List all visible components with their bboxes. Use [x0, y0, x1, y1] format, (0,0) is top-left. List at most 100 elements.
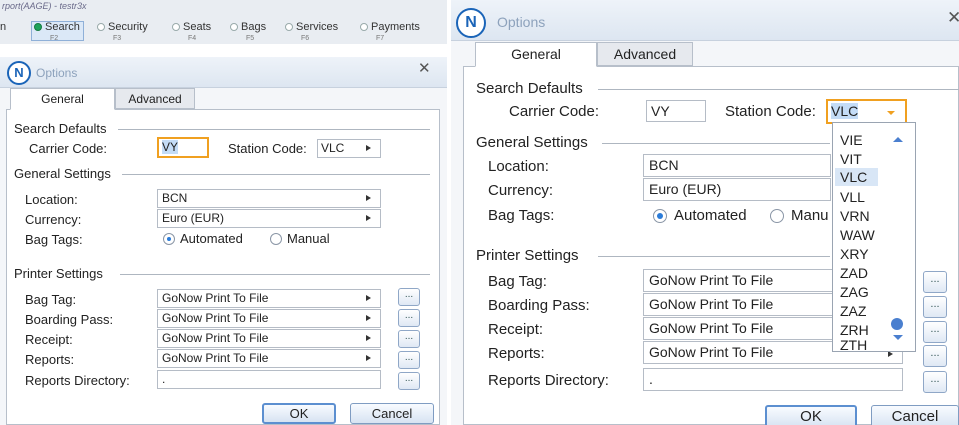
radio-icon — [285, 23, 293, 31]
nav-item-services[interactable]: Services F6 — [285, 21, 339, 42]
manual-label: Manu — [791, 207, 829, 224]
printer-value: GoNow Print To File — [162, 311, 269, 325]
radio-automated[interactable] — [653, 209, 667, 223]
reports-printer-label: Reports: — [488, 345, 545, 362]
station-option[interactable]: VRN — [840, 208, 870, 224]
group-divider — [118, 129, 430, 130]
reports-directory-label: Reports Directory: — [488, 372, 609, 389]
currency-select[interactable]: Euro (EUR) — [157, 209, 381, 228]
bag-tags-label: Bag Tags: — [488, 207, 555, 224]
tab-general[interactable]: General — [475, 42, 597, 67]
radio-manual[interactable] — [770, 209, 784, 223]
tab-advanced[interactable]: Advanced — [597, 42, 693, 66]
scroll-up-icon[interactable] — [893, 137, 903, 142]
carrier-code-input[interactable]: VY — [157, 137, 209, 158]
nav-key: F3 — [113, 35, 122, 42]
location-select[interactable]: BCN — [643, 154, 831, 177]
group-divider — [120, 274, 430, 275]
nav-label: Security — [108, 21, 148, 33]
bag-tags-label: Bag Tags: — [25, 232, 83, 247]
reports-printer-label: Reports: — [25, 352, 75, 367]
nav-key: F7 — [376, 35, 385, 42]
group-search-defaults: Search Defaults — [14, 121, 107, 136]
receipt-browse-button[interactable]: ... — [923, 321, 947, 343]
nav-item-payments[interactable]: Payments F7 — [360, 21, 420, 42]
dropdown-arrow-icon — [887, 111, 895, 115]
group-general-settings: General Settings — [14, 166, 111, 181]
station-option[interactable]: ZAZ — [840, 303, 866, 319]
receipt-browse-button[interactable]: ... — [398, 330, 420, 348]
currency-select[interactable]: Euro (EUR) — [643, 178, 831, 201]
station-option[interactable]: ZTH — [840, 337, 867, 353]
station-option[interactable]: ZAD — [840, 265, 868, 281]
reports-directory-input[interactable]: . — [643, 368, 903, 391]
cancel-button[interactable]: Cancel — [350, 403, 434, 424]
dialog-title: Options — [36, 66, 78, 80]
carrier-code-value: VY — [162, 140, 179, 154]
radio-icon — [172, 23, 180, 31]
group-printer-settings: Printer Settings — [476, 247, 579, 264]
boarding-pass-browse-button[interactable]: ... — [923, 296, 947, 318]
bag-tag-browse-button[interactable]: ... — [398, 288, 420, 306]
cancel-button[interactable]: Cancel — [871, 405, 959, 425]
nav-label: Bags — [241, 21, 267, 33]
receipt-printer-select[interactable]: GoNow Print To File — [157, 329, 381, 348]
reports-browse-button[interactable]: ... — [923, 345, 947, 367]
dropdown-arrow-icon — [366, 315, 371, 321]
boarding-pass-printer-label: Boarding Pass: — [25, 312, 114, 327]
radio-icon — [360, 23, 368, 31]
tab-advanced[interactable]: Advanced — [115, 88, 195, 109]
bag-tag-printer-label: Bag Tag: — [25, 292, 77, 307]
carrier-code-value: VY — [651, 103, 670, 119]
ok-button[interactable]: OK — [262, 403, 336, 424]
bag-tag-printer-select[interactable]: GoNow Print To File — [157, 289, 381, 308]
location-value: BCN — [162, 191, 188, 205]
reports-directory-browse-button[interactable]: ... — [398, 372, 420, 390]
currency-value: Euro (EUR) — [649, 181, 722, 197]
dropdown-arrow-icon — [366, 215, 371, 221]
nav-item-partial[interactable]: n — [0, 21, 6, 33]
close-icon[interactable]: ✕ — [418, 59, 431, 77]
nav-item-search[interactable]: Search F2 — [34, 21, 80, 42]
carrier-code-input[interactable]: VY — [646, 100, 706, 122]
printer-value: GoNow Print To File — [649, 344, 774, 360]
reports-directory-browse-button[interactable]: ... — [923, 371, 947, 393]
station-option[interactable]: ZAG — [840, 284, 869, 300]
boarding-pass-browse-button[interactable]: ... — [398, 309, 420, 327]
station-option[interactable]: VIE — [840, 132, 863, 148]
nav-label: Payments — [371, 21, 420, 33]
station-option[interactable]: WAW — [840, 227, 875, 243]
group-printer-settings: Printer Settings — [14, 266, 103, 281]
nav-label: n — [0, 21, 7, 33]
nav-label: Services — [296, 21, 339, 33]
station-option[interactable]: VLL — [840, 189, 865, 205]
station-option-selected[interactable]: VLC — [835, 168, 878, 186]
app-logo-icon: N — [456, 8, 486, 38]
boarding-pass-printer-select[interactable]: GoNow Print To File — [157, 309, 381, 328]
bag-tag-browse-button[interactable]: ... — [923, 271, 947, 293]
location-select[interactable]: BCN — [157, 189, 381, 208]
scrollbar-thumb[interactable] — [891, 318, 903, 330]
reports-browse-button[interactable]: ... — [398, 351, 420, 369]
nav-item-bags[interactable]: Bags F5 — [230, 21, 267, 42]
radio-icon — [97, 23, 105, 31]
app-title: rport(AAGE) - testr3x — [2, 1, 87, 11]
station-code-select[interactable]: VLC — [317, 139, 381, 158]
station-option[interactable]: ZRH — [840, 322, 869, 338]
printer-value: GoNow Print To File — [649, 320, 774, 336]
station-code-value: VLC — [831, 103, 859, 119]
close-icon[interactable]: ✕ — [947, 8, 959, 28]
tab-general[interactable]: General — [10, 88, 115, 110]
reports-printer-select[interactable]: GoNow Print To File — [157, 349, 381, 368]
station-option[interactable]: XRY — [840, 246, 869, 262]
nav-item-security[interactable]: Security F3 — [97, 21, 148, 42]
station-option[interactable]: VIT — [840, 151, 862, 167]
station-code-dropdown[interactable]: VIE VIT VLC VLL VRN WAW XRY ZAD ZAG ZAZ … — [832, 122, 916, 353]
reports-directory-input[interactable]: . — [157, 370, 381, 389]
ok-button[interactable]: OK — [765, 405, 857, 425]
scroll-down-icon[interactable] — [893, 335, 903, 340]
radio-manual[interactable] — [270, 233, 282, 245]
nav-item-seats[interactable]: Seats F4 — [172, 21, 211, 42]
radio-automated[interactable] — [163, 233, 175, 245]
currency-label: Currency: — [488, 182, 554, 199]
